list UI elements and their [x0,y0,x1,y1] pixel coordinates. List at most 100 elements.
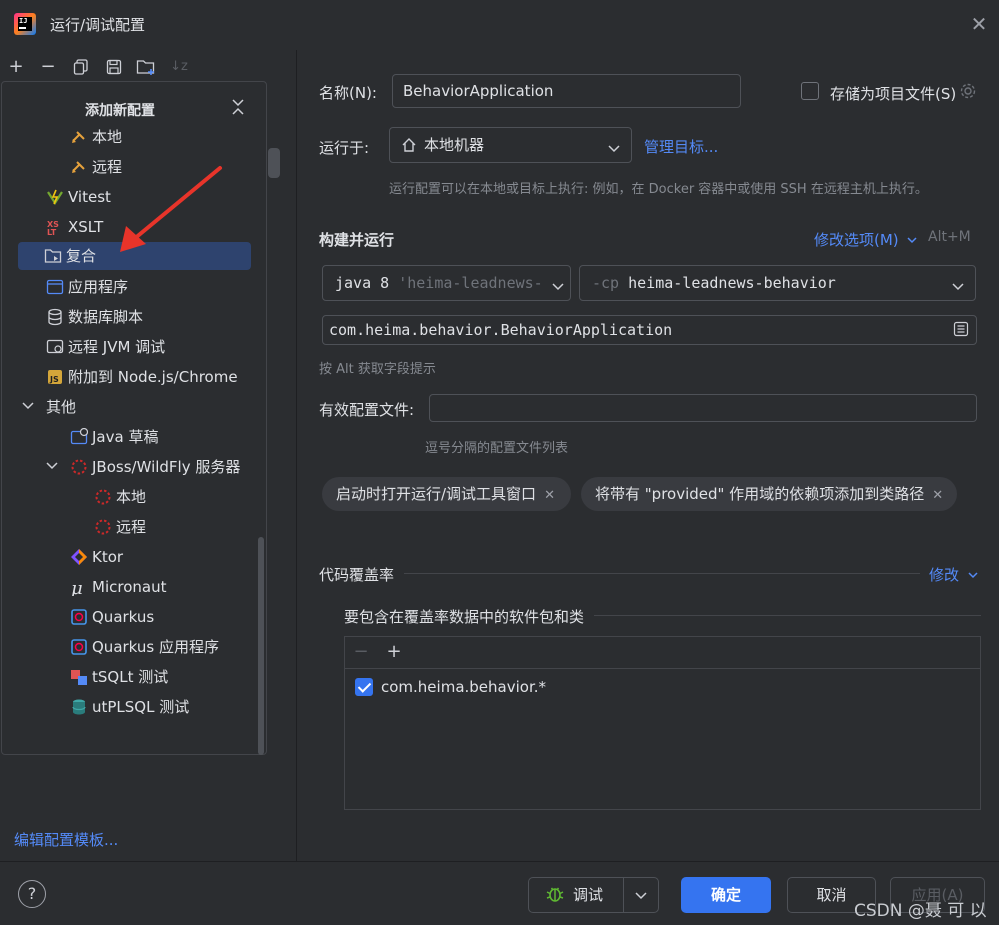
list-item-label: 应用程序 [68,278,129,296]
close-icon[interactable]: ✕ [544,488,555,503]
cp-flag: -cp [592,274,620,292]
coverage-entry-checkbox[interactable] [355,678,373,696]
list-item-database-script[interactable]: 数据库脚本 [46,303,143,331]
svg-text:JS: JS [49,375,59,384]
quarkus-icon [70,607,88,625]
profiles-label: 有效配置文件: [319,401,415,419]
compound-folder-icon [44,246,62,264]
save-icon[interactable] [103,56,125,78]
coverage-title: 代码覆盖率 [319,566,395,584]
ktor-icon [70,547,88,565]
coverage-modify-link[interactable]: 修改 [929,564,978,585]
edit-templates-link[interactable]: 编辑配置模板... [14,829,118,850]
jboss-icon [94,487,112,505]
utplsql-icon [70,697,88,715]
list-item-label: Quarkus [92,608,155,626]
annotation-arrow-icon [120,166,222,252]
list-item-label: JBoss/WildFly 服务器 [92,458,241,476]
local-server-icon [70,127,88,145]
list-item-java-scratch[interactable]: Java 草稿 [70,423,158,451]
main-class-input[interactable]: com.heima.behavior.BehaviorApplication [322,315,977,345]
list-item-micronaut[interactable]: μ Micronaut [70,573,166,601]
list-item-jboss-local[interactable]: 本地 [94,483,146,511]
browse-icon[interactable] [953,321,969,341]
close-icon[interactable]: ✕ [932,488,943,503]
list-item-quarkus-app[interactable]: Quarkus 应用程序 [70,633,219,661]
gear-icon[interactable] [959,82,977,104]
new-folder-icon[interactable] [135,56,157,78]
coverage-include-title: 要包含在覆盖率数据中的软件包和类 [344,608,585,626]
profiles-hint: 逗号分隔的配置文件列表 [425,441,569,456]
separator [594,615,981,616]
list-item-quarkus[interactable]: Quarkus [70,603,154,631]
coverage-modify-label: 修改 [929,566,960,584]
jboss-icon [94,517,112,535]
copy-icon[interactable] [70,56,92,78]
list-item-vitest[interactable]: Vitest [46,183,111,211]
jdk-version: java 8 [335,274,390,292]
list-item-remote-jvm-debug[interactable]: 远程 JVM 调试 [46,333,165,361]
chevron-down-icon[interactable] [22,401,34,414]
home-icon [401,137,417,157]
store-as-project-checkbox[interactable] [801,82,819,100]
list-item-ktor[interactable]: Ktor [70,543,123,571]
add-icon[interactable]: + [383,641,405,663]
list-item-label: tSQLt 测试 [92,668,169,686]
micronaut-icon: μ [70,577,88,599]
run-on-select[interactable]: 本地机器 [389,127,632,163]
list-item-local[interactable]: 本地 [70,123,122,151]
close-icon[interactable]: ✕ [968,14,990,36]
help-button[interactable]: ? [18,880,46,908]
remote-debug-icon [46,337,64,355]
sort-icon[interactable]: ↓z [168,56,190,78]
coverage-entry-label[interactable]: com.heima.behavior.* [381,678,546,696]
chip-label: 启动时打开运行/调试工具窗口 [336,485,537,503]
run-on-value: 本地机器 [424,136,485,154]
ok-button[interactable]: 确定 [681,877,771,913]
debug-label: 调试 [572,886,603,904]
list-item-utplsql[interactable]: utPLSQL 测试 [70,693,189,721]
chevron-down-icon[interactable] [548,279,564,295]
chevron-down-icon [635,892,647,900]
build-run-title: 构建并运行 [319,231,395,249]
list-item-xslt[interactable]: XS LT XSLT [46,213,103,241]
intellij-logo-icon: IJ [14,13,36,35]
list-group-other[interactable]: 其他 [46,393,76,421]
list-item-attach-node[interactable]: JS 附加到 Node.js/Chrome [46,363,238,391]
tsqlt-icon [70,667,88,685]
chevron-down-icon[interactable] [608,141,620,157]
run-on-label: 运行于: [319,139,370,157]
collapse-icon[interactable] [232,98,244,120]
csdn-watermark: CSDN @聂 可 以 [854,901,987,921]
manage-targets-link[interactable]: 管理目标... [644,136,718,157]
debug-button[interactable]: 调试 [528,877,624,913]
debug-dropdown-button[interactable] [623,877,659,913]
list-item-label: Ktor [92,548,124,566]
list-item-label: 本地 [116,488,147,506]
list-item-application[interactable]: 应用程序 [46,273,128,301]
modify-options-link[interactable]: 修改选项(M) [814,229,917,250]
chevron-down-icon[interactable] [952,279,964,295]
left-panel-scrollbar[interactable] [268,148,280,178]
svg-text:LT: LT [47,228,57,236]
quarkus-icon [70,637,88,655]
list-item-label: XSLT [68,218,104,236]
remote-server-icon [70,157,88,175]
remove-icon[interactable]: − [37,56,59,78]
list-group-jboss[interactable]: JBoss/WildFly 服务器 [70,453,240,481]
chevron-down-icon[interactable] [46,461,58,474]
add-icon[interactable]: + [5,56,27,78]
classpath-select[interactable]: -cp heima-leadnews-behavior [579,265,976,301]
popup-scrollbar[interactable] [258,537,264,755]
remove-icon[interactable]: − [350,641,372,663]
jdk-select[interactable]: java 8 'heima-leadnews- [322,265,571,301]
profiles-input[interactable] [429,394,977,422]
list-item-tsqlt[interactable]: tSQLt 测试 [70,663,168,691]
separator [404,573,920,574]
chip-open-tool-window: 启动时打开运行/调试工具窗口 ✕ [322,477,571,511]
java-scratch-icon [70,427,89,445]
name-input[interactable]: BehaviorApplication [392,74,741,108]
store-as-project-label: 存储为项目文件(S) [830,85,957,103]
list-item-jboss-remote[interactable]: 远程 [94,513,146,541]
alt-hint: 按 Alt 获取字段提示 [319,362,436,377]
